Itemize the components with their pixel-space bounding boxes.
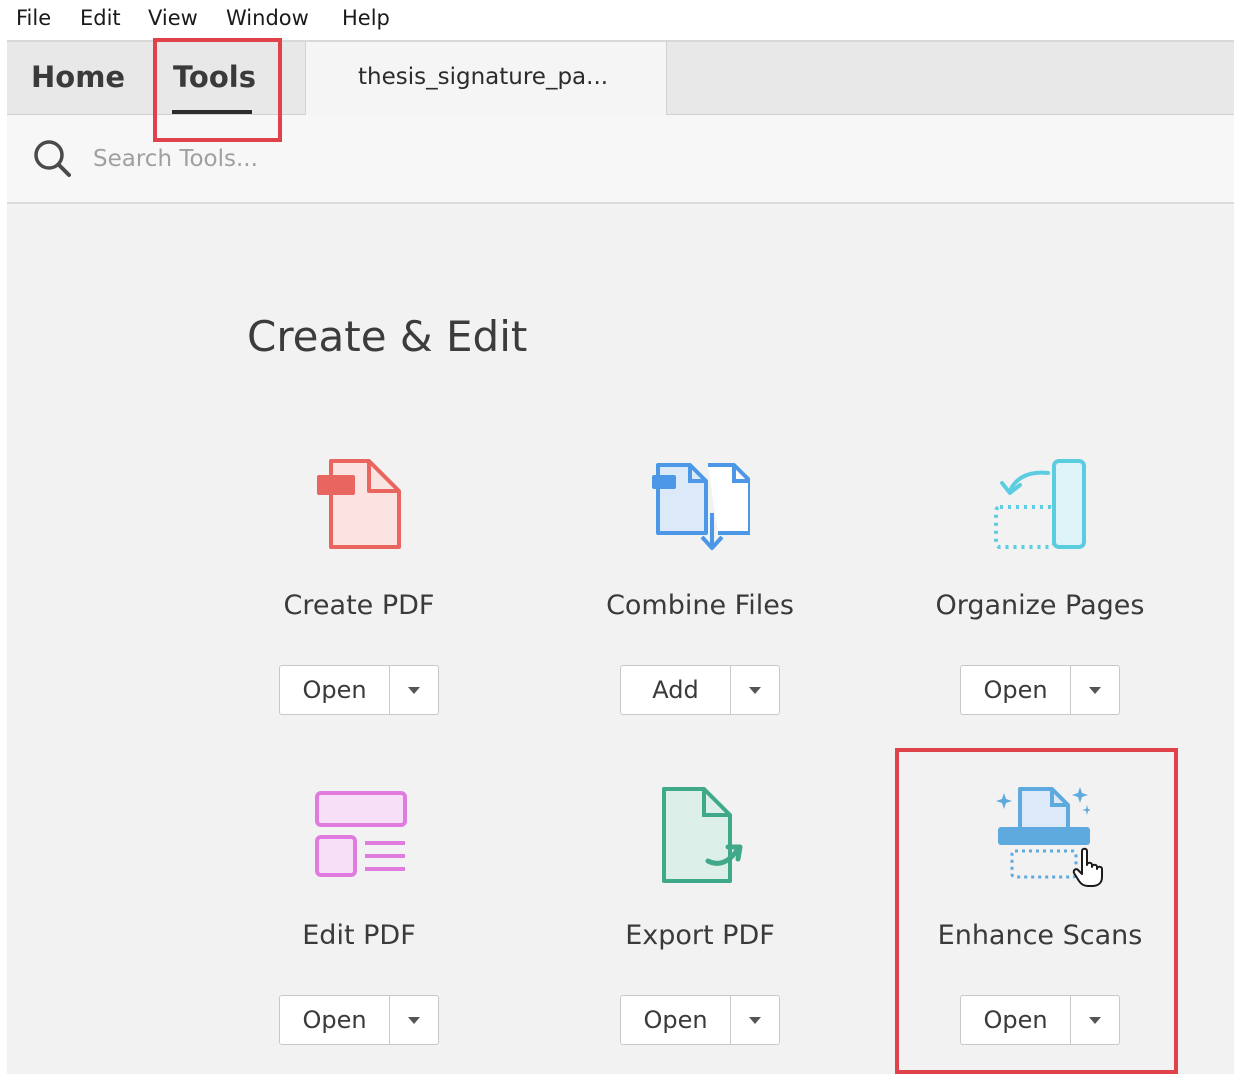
tool-card-organize-pages: Organize Pages Open [880,455,1200,745]
open-split-button: Open [960,665,1120,715]
tab-home[interactable]: Home [31,60,125,94]
menu-bar: File Edit View Window Help [0,0,1234,40]
chevron-down-icon[interactable] [390,996,438,1044]
edit-pdf-icon[interactable] [309,785,409,885]
menu-file[interactable]: File [16,6,51,30]
tool-card-enhance-scans: Enhance Scans Open [880,785,1200,1074]
open-button[interactable]: Open [280,666,390,714]
open-split-button: Open [279,995,439,1045]
chevron-down-icon[interactable] [731,996,779,1044]
open-split-button: Open [620,995,780,1045]
open-button[interactable]: Open [961,996,1071,1044]
open-split-button: Open [960,995,1120,1045]
open-button[interactable]: Open [280,996,390,1044]
menu-help[interactable]: Help [342,6,390,30]
search-icon[interactable] [31,137,75,181]
tool-label: Export PDF [625,920,775,951]
chevron-down-icon[interactable] [1071,666,1119,714]
menu-view[interactable]: View [148,6,198,30]
document-tab-label: thesis_signature_pa... [358,64,609,90]
tab-bar: Home Tools thesis_signature_pa... [7,40,1234,116]
search-input[interactable] [93,139,493,179]
hand-cursor-icon [1072,847,1103,887]
menu-window[interactable]: Window [226,6,309,30]
tool-label: Combine Files [606,590,794,621]
tab-document[interactable]: thesis_signature_pa... [305,42,667,116]
tool-card-edit-pdf: Edit PDF Open [199,785,519,1074]
open-split-button: Open [279,665,439,715]
create-pdf-icon[interactable] [309,455,409,555]
menu-edit[interactable]: Edit [80,6,121,30]
tool-card-combine-files: Combine Files Add [540,455,860,745]
tab-tools[interactable]: Tools [173,60,256,94]
chevron-down-icon[interactable] [1071,996,1119,1044]
tool-label: Edit PDF [302,920,416,951]
chevron-down-icon[interactable] [731,666,779,714]
section-title: Create & Edit [247,312,528,361]
tool-label: Create PDF [283,590,435,621]
add-button[interactable]: Add [621,666,731,714]
tool-card-export-pdf: Export PDF Open [540,785,860,1074]
tool-label: Organize Pages [935,590,1145,621]
combine-files-icon[interactable] [650,455,750,555]
organize-pages-icon[interactable] [990,455,1090,555]
search-bar [7,115,1234,204]
tool-card-create-pdf: Create PDF Open [199,455,519,745]
export-pdf-icon[interactable] [650,785,750,885]
add-split-button: Add [620,665,780,715]
open-button[interactable]: Open [961,666,1071,714]
open-button[interactable]: Open [621,996,731,1044]
active-tab-indicator [172,110,252,114]
chevron-down-icon[interactable] [390,666,438,714]
tool-label: Enhance Scans [937,920,1143,951]
app-window: Home Tools thesis_signature_pa... Create… [7,40,1234,1074]
